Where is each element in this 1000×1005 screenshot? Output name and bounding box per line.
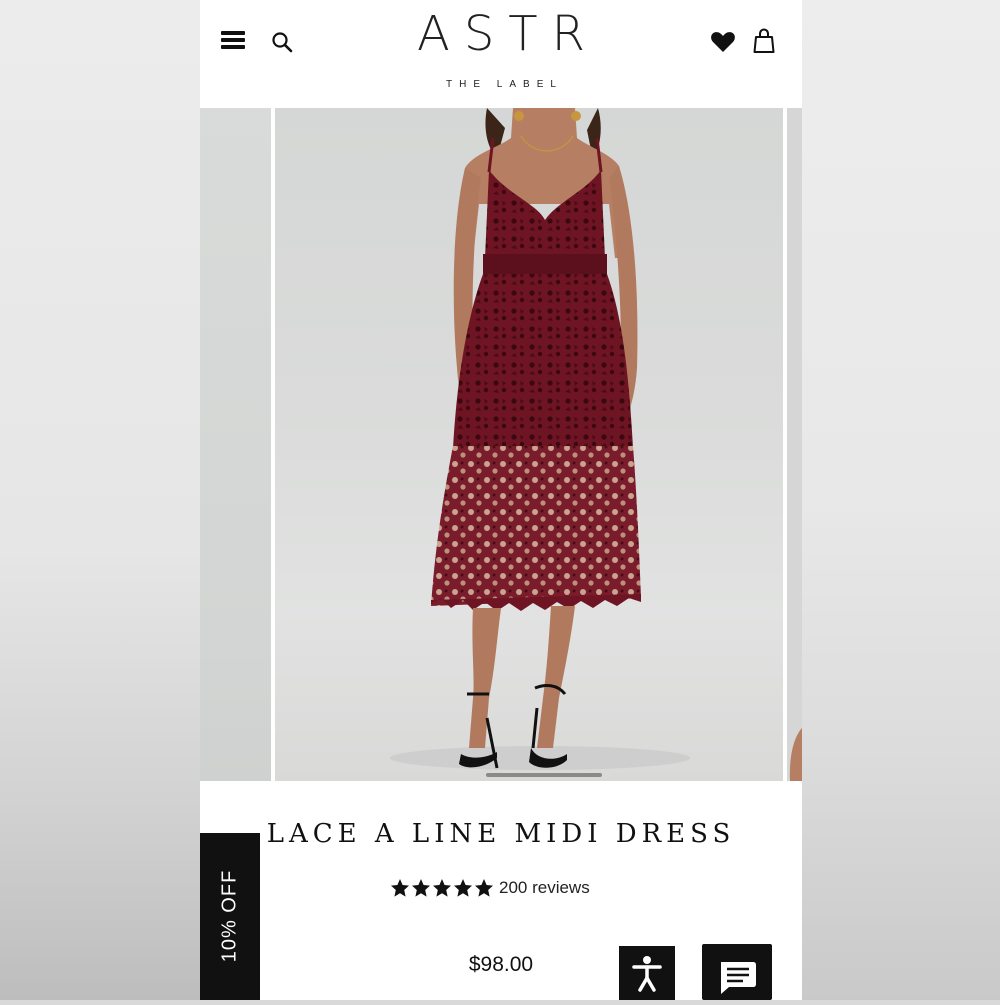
star-icon: [391, 879, 409, 897]
product-image[interactable]: [275, 108, 783, 781]
star-rating: [390, 878, 495, 898]
model-figure: [390, 108, 690, 770]
carousel-scroll-indicator[interactable]: [486, 773, 602, 777]
chat-button[interactable]: [702, 944, 772, 1000]
star-icon: [433, 879, 451, 897]
discount-label: 10% OFF: [218, 869, 241, 963]
chat-icon: [721, 962, 756, 994]
product-rating[interactable]: 200 reviews: [390, 875, 590, 901]
heart-icon[interactable]: [710, 30, 736, 54]
bag-icon[interactable]: [753, 28, 775, 54]
site-header: ASTR THE LABEL: [200, 0, 802, 106]
carousel-slide-next[interactable]: [787, 108, 802, 781]
accessibility-button[interactable]: [619, 946, 675, 1000]
discount-offer-tab[interactable]: 10% OFF: [200, 833, 260, 1000]
brand-tagline: THE LABEL: [446, 79, 563, 90]
star-icon: [412, 879, 430, 897]
background-right: [802, 0, 1000, 1000]
star-icon: [454, 879, 472, 897]
mobile-page: ASTR THE LABEL LACE A LINE MIDI DRESS 20…: [200, 0, 802, 1000]
star-icon: [475, 879, 493, 897]
accessibility-icon: [632, 956, 662, 992]
carousel-slide-previous[interactable]: [200, 108, 271, 781]
background-left: [0, 0, 200, 1000]
product-image-carousel[interactable]: [200, 106, 802, 782]
review-count-link[interactable]: 200 reviews: [499, 878, 590, 898]
product-title: LACE A LINE MIDI DRESS: [266, 819, 736, 849]
